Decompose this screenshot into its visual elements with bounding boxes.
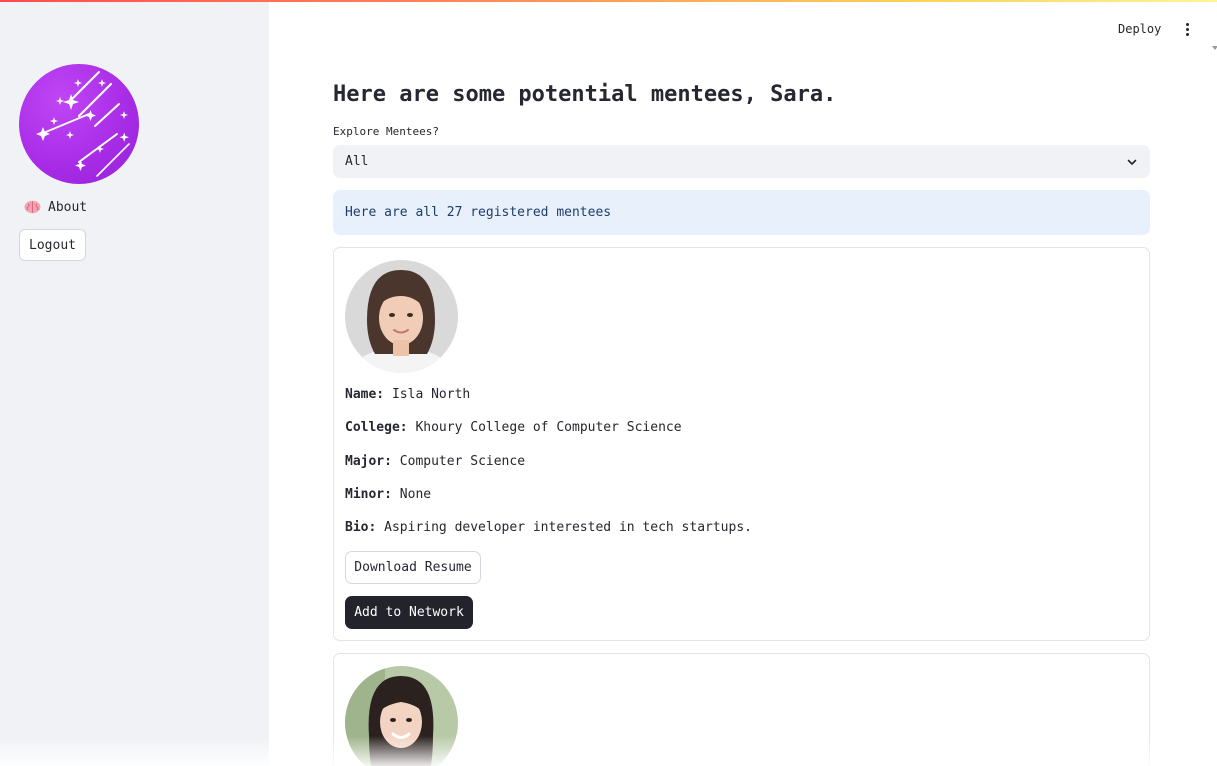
download-resume-button[interactable]: Download Resume <box>345 551 481 584</box>
page-title: Here are some potential mentees, Sara. <box>333 82 837 107</box>
scroll-caret-icon <box>1212 46 1217 50</box>
mentee-photo <box>345 666 458 766</box>
mentee-card: Name: Isla North College: Khoury College… <box>333 247 1150 641</box>
logout-button[interactable]: Logout <box>19 229 86 261</box>
add-to-network-button[interactable]: Add to Network <box>345 596 473 629</box>
mentee-card <box>333 653 1150 766</box>
shooting-stars-logo <box>19 64 139 184</box>
select-value: All <box>345 154 369 169</box>
mentee-name: Name: Isla North <box>345 387 471 402</box>
avatar <box>345 260 458 373</box>
top-decoration-stripe <box>0 0 1217 2</box>
brain-icon <box>24 200 41 214</box>
mentee-major: Major: Computer Science <box>345 454 526 469</box>
shooting-stars-icon <box>36 71 130 177</box>
deploy-button[interactable]: Deploy <box>1118 20 1161 38</box>
mentee-photo <box>345 260 458 373</box>
info-alert: Here are all 27 registered mentees <box>333 190 1150 235</box>
mentee-minor: Minor: None <box>345 487 432 502</box>
select-label: Explore Mentees? <box>333 125 439 138</box>
avatar <box>345 666 458 766</box>
mentee-filter-select[interactable]: All <box>333 145 1150 178</box>
sidebar: About Logout <box>0 0 269 766</box>
sidebar-item-about[interactable]: About <box>24 197 87 217</box>
mentee-bio: Bio: Aspiring developer interested in te… <box>345 520 752 535</box>
mentee-college: College: Khoury College of Computer Scie… <box>345 420 682 435</box>
sidebar-item-label: About <box>48 199 88 215</box>
chevron-down-icon <box>1127 159 1137 165</box>
info-text: Here are all 27 registered mentees <box>345 205 612 220</box>
kebab-menu-icon[interactable] <box>1180 20 1194 38</box>
